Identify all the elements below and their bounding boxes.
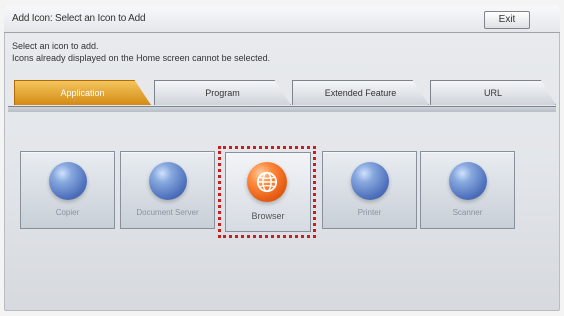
- icon-tile-browser[interactable]: Browser: [225, 152, 311, 232]
- tab-url[interactable]: URL: [430, 80, 556, 105]
- touch-screen: Add Icon: Select an Icon to Add Exit Sel…: [4, 6, 560, 311]
- tab-extended-feature[interactable]: Extended Feature: [292, 80, 429, 105]
- icon-label: Scanner: [452, 208, 483, 217]
- icon-tile-copier[interactable]: Copier: [20, 151, 115, 229]
- icon-label: Copier: [55, 208, 80, 217]
- instructions: Select an icon to add. Icons already dis…: [12, 40, 270, 64]
- screen-title: Add Icon: Select an Icon to Add: [12, 13, 146, 24]
- icon-tile-printer[interactable]: Printer: [322, 151, 417, 229]
- tab-program[interactable]: Program: [154, 80, 291, 105]
- instruction-line-1: Select an icon to add.: [12, 41, 99, 51]
- tab-panel-divider: [8, 106, 556, 112]
- sphere-icon: [449, 162, 487, 200]
- icon-label: Browser: [251, 211, 285, 221]
- device-bezel: Add Icon: Select an Icon to Add Exit Sel…: [0, 0, 564, 316]
- sphere-icon: [149, 162, 187, 200]
- globe-icon: [256, 171, 278, 193]
- category-tabs: Application Program Extended Feature URL: [14, 78, 556, 108]
- icon-tile-document-server[interactable]: Document Server: [120, 151, 215, 229]
- instruction-line-2: Icons already displayed on the Home scre…: [12, 53, 271, 63]
- browser-orb: [247, 162, 287, 202]
- tab-application[interactable]: Application: [14, 80, 151, 105]
- icon-label: Printer: [357, 208, 382, 217]
- title-bar: Add Icon: Select an Icon to Add Exit: [4, 6, 560, 33]
- icon-tile-scanner[interactable]: Scanner: [420, 151, 515, 229]
- sphere-icon: [49, 162, 87, 200]
- icon-label: Document Server: [136, 208, 199, 217]
- sphere-icon: [351, 162, 389, 200]
- selection-highlight: Browser: [218, 146, 316, 238]
- exit-button[interactable]: Exit: [484, 11, 530, 29]
